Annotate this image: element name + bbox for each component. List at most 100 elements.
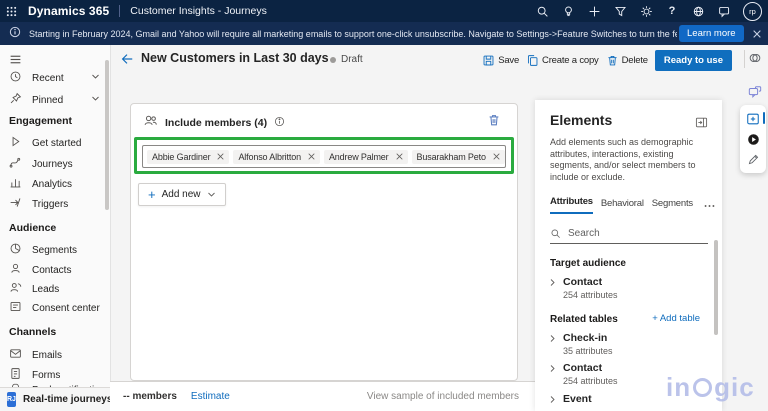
chevron-right-icon <box>550 365 555 372</box>
sidebar-item-leads[interactable]: Leads <box>0 280 110 298</box>
sidebar-item-segments[interactable]: Segments <box>0 241 110 259</box>
sidebar-item-label: Triggers <box>32 198 69 210</box>
table-name: Contact <box>563 276 603 288</box>
info-icon[interactable] <box>274 114 285 132</box>
sidebar-item-triggers[interactable]: Triggers <box>0 195 110 213</box>
lightbulb-icon[interactable] <box>561 4 575 18</box>
new-record-plus-icon[interactable] <box>587 4 601 18</box>
sidebar-item-consent-center[interactable]: Consent center <box>0 299 110 317</box>
sidebar-item-label: Leads <box>32 283 60 295</box>
tab-behavioral[interactable]: Behavioral <box>601 198 644 214</box>
sidebar-section-channels: Channels <box>9 326 57 338</box>
app-launcher-waffle-icon[interactable] <box>0 0 22 22</box>
remove-member-icon[interactable] <box>493 153 500 160</box>
member-chip[interactable]: Busarakham Peto <box>411 149 505 164</box>
remove-member-icon[interactable] <box>217 153 225 160</box>
trash-icon <box>608 55 617 65</box>
tab-segments[interactable]: Segments <box>652 198 693 214</box>
topbar-divider <box>119 5 121 17</box>
members-input-field[interactable]: Abbie Gardiner Alfonso Albritton Andrew … <box>142 145 506 168</box>
search-input[interactable] <box>566 227 690 240</box>
app-name[interactable]: Customer Insights - Journeys <box>130 5 267 17</box>
help-icon[interactable]: ? <box>665 4 679 18</box>
pin-icon <box>9 92 22 108</box>
member-chip[interactable]: Alfonso Albritton <box>233 149 320 164</box>
ready-to-use-button[interactable]: Ready to use <box>654 49 732 71</box>
user-avatar[interactable]: rp <box>743 1 762 21</box>
sidebar-item-get-started[interactable]: Get started <box>0 134 110 152</box>
create-copy-label: Create a copy <box>542 54 599 66</box>
member-name: Abbie Gardiner <box>152 151 211 162</box>
sidebar-scrollbar[interactable] <box>105 60 109 210</box>
create-copy-button[interactable]: Create a copy <box>526 54 599 67</box>
remove-member-icon[interactable] <box>395 153 403 160</box>
chevron-down-icon[interactable] <box>91 72 100 84</box>
sidebar-item-contacts[interactable]: Contacts <box>0 261 110 279</box>
add-new-button[interactable]: + Add new <box>138 183 226 206</box>
member-chip[interactable]: Abbie Gardiner <box>147 149 230 164</box>
view-sample-link[interactable]: View sample of included members <box>367 391 519 402</box>
search-icon <box>551 229 560 238</box>
member-chip[interactable]: Andrew Palmer <box>323 149 408 164</box>
copilot-circles-icon[interactable] <box>748 51 762 65</box>
estimate-link[interactable]: Estimate <box>191 391 230 402</box>
save-button[interactable]: Save <box>482 54 519 67</box>
sidebar-item-pinned[interactable]: Pinned <box>0 91 110 109</box>
elements-panel-title: Elements <box>550 112 613 128</box>
toolbar-selection-indicator <box>763 112 765 124</box>
sidebar-item-recent[interactable]: Recent <box>0 69 110 87</box>
sidebar-item-label: Analytics <box>32 178 73 190</box>
search-icon[interactable] <box>535 4 549 18</box>
elements-search-box[interactable] <box>550 224 708 244</box>
pie-segments-icon <box>9 242 22 258</box>
sidebar-item-label: Emails <box>32 349 63 361</box>
sidebar-item-emails[interactable]: Emails <box>0 346 110 364</box>
target-audience-contact-row[interactable]: Contact 254 attributes <box>548 276 618 300</box>
run-circle-icon[interactable] <box>747 133 760 146</box>
hamburger-menu-icon[interactable] <box>0 50 110 68</box>
sidebar-item-analytics[interactable]: Analytics <box>0 175 110 193</box>
bar-chart-icon <box>9 176 22 192</box>
area-initials-badge: RJ <box>7 392 16 407</box>
topbar-actions: ? rp <box>535 1 768 21</box>
dynamics-365-app: Dynamics 365 Customer Insights - Journey… <box>0 0 768 411</box>
people-icon <box>143 113 158 133</box>
table-name: Event <box>563 393 592 405</box>
remove-member-icon[interactable] <box>308 153 315 160</box>
sidebar-item-journeys[interactable]: Journeys <box>0 155 110 173</box>
close-notification-icon[interactable] <box>752 29 762 39</box>
table-detail: 35 attributes <box>563 346 613 356</box>
area-switcher-label: Real-time journeys <box>22 394 113 405</box>
filter-icon[interactable] <box>613 4 627 18</box>
back-arrow-icon[interactable] <box>120 52 134 71</box>
delete-button[interactable]: Delete <box>606 54 648 67</box>
side-toolbar <box>740 105 766 173</box>
include-members-header: Include members (4) <box>143 113 285 133</box>
delete-tile-trash-icon[interactable] <box>487 113 501 132</box>
brand-title[interactable]: Dynamics 365 <box>28 4 109 18</box>
related-table-event-row[interactable]: Event <box>548 393 592 405</box>
toolbox-panel-icon[interactable] <box>746 112 760 126</box>
globe-icon[interactable] <box>691 4 705 18</box>
teams-chat-icon[interactable] <box>717 4 731 18</box>
chevron-down-icon[interactable] <box>91 94 100 106</box>
table-detail: 254 attributes <box>563 290 618 300</box>
settings-gear-icon[interactable] <box>639 4 653 18</box>
add-table-link[interactable]: + Add table <box>652 313 700 324</box>
learn-more-button[interactable]: Learn more <box>679 25 744 42</box>
edit-pencil-icon[interactable] <box>747 153 760 166</box>
related-table-contact-row[interactable]: Contact 254 attributes <box>548 362 618 386</box>
annotation-highlight-box: Abbie Gardiner Alfonso Albritton Andrew … <box>134 137 514 174</box>
sidebar-item-label: Pinned <box>32 94 64 106</box>
panel-scrollbar[interactable] <box>714 240 718 335</box>
tab-attributes[interactable]: Attributes <box>550 196 593 214</box>
area-switcher[interactable]: RJ Real-time journeys <box>0 387 123 411</box>
tabs-overflow-icon[interactable] <box>704 204 715 214</box>
table-name: Contact <box>563 362 603 374</box>
collapse-panel-icon[interactable] <box>695 115 708 133</box>
related-table-checkin-row[interactable]: Check-in 35 attributes <box>548 332 613 356</box>
related-tables-title: Related tables <box>550 314 618 325</box>
feedback-chat-icon[interactable] <box>748 85 762 99</box>
person-icon <box>9 262 22 278</box>
segment-canvas-card: Include members (4) Abbie Gardiner Alfon… <box>130 103 518 381</box>
